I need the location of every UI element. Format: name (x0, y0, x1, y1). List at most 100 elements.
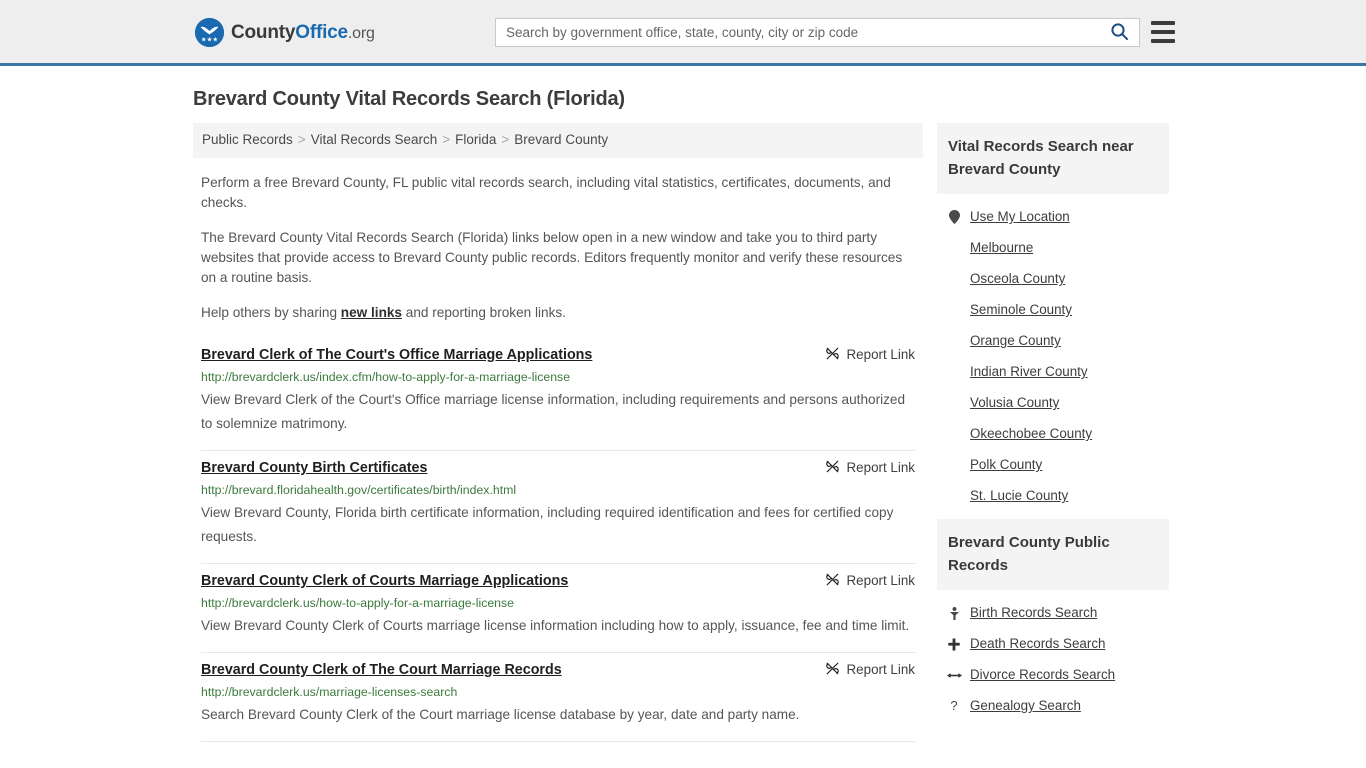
hamburger-bar (1151, 39, 1175, 43)
left-right-arrow-icon (947, 668, 962, 681)
search-bar[interactable] (495, 18, 1140, 47)
broken-link-icon (825, 572, 840, 590)
hamburger-menu-icon[interactable] (1151, 21, 1175, 43)
question-mark-icon: ? (950, 698, 958, 713)
search-button[interactable] (1099, 19, 1139, 46)
main-column: Public Records > Vital Records Search > Flor… (193, 123, 923, 742)
intro-p3-before: Help others by sharing (201, 304, 341, 320)
sidebar-link-label[interactable]: Indian River County (970, 364, 1088, 379)
result-item: Brevard Clerk of The Court's Office Marr… (201, 338, 915, 451)
result-title-link[interactable]: Brevard County Clerk of The Court Marria… (201, 659, 562, 681)
result-url[interactable]: http://brevard.floridahealth.gov/certifi… (201, 480, 915, 500)
sidebar: Vital Records Search near Brevard County… (937, 123, 1169, 729)
new-links-link[interactable]: new links (341, 305, 402, 320)
intro-paragraph-1: Perform a free Brevard County, FL public… (201, 174, 891, 210)
breadcrumb-item-vital-records-search[interactable]: Vital Records Search (311, 132, 438, 147)
sidebar-nearby-list: Use My Location Melbourne Osceola County (937, 194, 1169, 511)
result-description: View Brevard County, Florida birth certi… (201, 504, 894, 544)
intro-p3-after: and reporting broken links. (402, 304, 566, 320)
brand-part-org: .org (347, 24, 375, 42)
report-link-label: Report Link (846, 573, 915, 589)
sidebar-link-label[interactable]: Orange County (970, 333, 1061, 348)
sidebar-item-birth-records-search[interactable]: Birth Records Search (937, 597, 1169, 628)
report-link-button[interactable]: Report Link (825, 459, 915, 477)
broken-link-icon (825, 459, 840, 477)
brand-wordmark: CountyOffice.org (231, 22, 375, 44)
sidebar-item-melbourne[interactable]: Melbourne (937, 232, 1169, 263)
report-link-label: Report Link (846, 662, 915, 678)
result-title-link[interactable]: Brevard Clerk of The Court's Office Marr… (201, 344, 592, 366)
breadcrumb: Public Records > Vital Records Search > Flor… (193, 123, 923, 158)
sidebar-item-osceola-county[interactable]: Osceola County (937, 263, 1169, 294)
breadcrumb-item-florida[interactable]: Florida (455, 132, 496, 147)
sidebar-item-polk-county[interactable]: Polk County (937, 449, 1169, 480)
hamburger-bar (1151, 30, 1175, 34)
breadcrumb-separator: > (297, 132, 306, 147)
sidebar-link-label[interactable]: Osceola County (970, 271, 1065, 286)
result-title-link[interactable]: Brevard County Birth Certificates (201, 457, 427, 479)
result-description: Search Brevard County Clerk of the Court… (201, 706, 800, 722)
result-item: Brevard County Clerk of Courts Marriage … (201, 564, 915, 653)
result-url[interactable]: http://brevardclerk.us/how-to-apply-for-… (201, 593, 915, 613)
sidebar-link-label[interactable]: Okeechobee County (970, 426, 1092, 441)
hamburger-bar (1151, 21, 1175, 25)
sidebar-link-label[interactable]: Melbourne (970, 240, 1033, 255)
sidebar-link-label[interactable]: Volusia County (970, 395, 1059, 410)
sidebar-item-volusia-county[interactable]: Volusia County (937, 387, 1169, 418)
sidebar-link-label[interactable]: Genealogy Search (970, 698, 1081, 713)
svg-text:★★★: ★★★ (201, 36, 218, 44)
sidebar-public-records-heading: Brevard County Public Records (937, 519, 1169, 590)
result-item: Brevard County Clerk of The Court Marria… (201, 653, 915, 742)
report-link-label: Report Link (846, 347, 915, 363)
result-description: View Brevard Clerk of the Court's Office… (201, 391, 906, 431)
report-link-button[interactable]: Report Link (825, 661, 915, 679)
intro-paragraph-2: The Brevard County Vital Records Search … (201, 229, 903, 285)
breadcrumb-item-brevard-county[interactable]: Brevard County (514, 132, 608, 147)
result-url[interactable]: http://brevardclerk.us/index.cfm/how-to-… (201, 367, 915, 387)
report-link-button[interactable]: Report Link (825, 572, 915, 590)
intro-paragraph-3: Help others by sharing new links and rep… (201, 303, 915, 323)
baby-icon (947, 605, 961, 620)
sidebar-item-indian-river-county[interactable]: Indian River County (937, 356, 1169, 387)
sidebar-link-label[interactable]: St. Lucie County (970, 488, 1068, 503)
sidebar-item-seminole-county[interactable]: Seminole County (937, 294, 1169, 325)
sidebar-public-records-list: Birth Records Search Death Records Searc… (937, 590, 1169, 721)
sidebar-link-label[interactable]: Birth Records Search (970, 605, 1097, 620)
result-item: Brevard County Birth Certificates Report… (201, 451, 915, 564)
sidebar-nearby-box: Vital Records Search near Brevard County… (937, 123, 1169, 511)
sidebar-public-records-box: Brevard County Public Records Birth Reco… (937, 519, 1169, 721)
search-input[interactable] (496, 19, 1099, 46)
broken-link-icon (825, 346, 840, 364)
sidebar-item-divorce-records-search[interactable]: Divorce Records Search (937, 659, 1169, 690)
site-header: ★★★ CountyOffice.org (0, 0, 1366, 66)
sidebar-link-label[interactable]: Polk County (970, 457, 1042, 472)
brand-part-office: Office (295, 21, 348, 43)
cross-icon (947, 636, 961, 651)
sidebar-link-label[interactable]: Use My Location (970, 209, 1070, 224)
page-body: Brevard County Vital Records Search (Flo… (0, 66, 1366, 742)
site-logo[interactable]: ★★★ CountyOffice.org (195, 18, 375, 47)
sidebar-item-death-records-search[interactable]: Death Records Search (937, 628, 1169, 659)
sidebar-item-okeechobee-county[interactable]: Okeechobee County (937, 418, 1169, 449)
report-link-button[interactable]: Report Link (825, 346, 915, 364)
sidebar-link-label[interactable]: Death Records Search (970, 636, 1105, 651)
sidebar-link-label[interactable]: Divorce Records Search (970, 667, 1115, 682)
result-description: View Brevard County Clerk of Courts marr… (201, 617, 910, 633)
breadcrumb-separator: > (501, 132, 510, 147)
breadcrumb-item-public-records[interactable]: Public Records (202, 132, 293, 147)
brand-part-county: County (231, 21, 296, 43)
page-title: Brevard County Vital Records Search (Flo… (193, 88, 625, 110)
report-link-label: Report Link (846, 460, 915, 476)
sidebar-item-orange-county[interactable]: Orange County (937, 325, 1169, 356)
search-icon (1110, 22, 1129, 44)
result-title-link[interactable]: Brevard County Clerk of Courts Marriage … (201, 570, 568, 592)
sidebar-item-use-my-location[interactable]: Use My Location (937, 201, 1169, 232)
intro-text: Perform a free Brevard County, FL public… (193, 173, 923, 323)
broken-link-icon (825, 661, 840, 679)
sidebar-link-label[interactable]: Seminole County (970, 302, 1072, 317)
result-url[interactable]: http://brevardclerk.us/marriage-licenses… (201, 682, 915, 702)
results-list: Brevard Clerk of The Court's Office Marr… (193, 338, 923, 742)
sidebar-item-st-lucie-county[interactable]: St. Lucie County (937, 480, 1169, 511)
eagle-stars-logo-icon: ★★★ (195, 18, 224, 47)
sidebar-item-genealogy-search[interactable]: ? Genealogy Search (937, 690, 1169, 721)
